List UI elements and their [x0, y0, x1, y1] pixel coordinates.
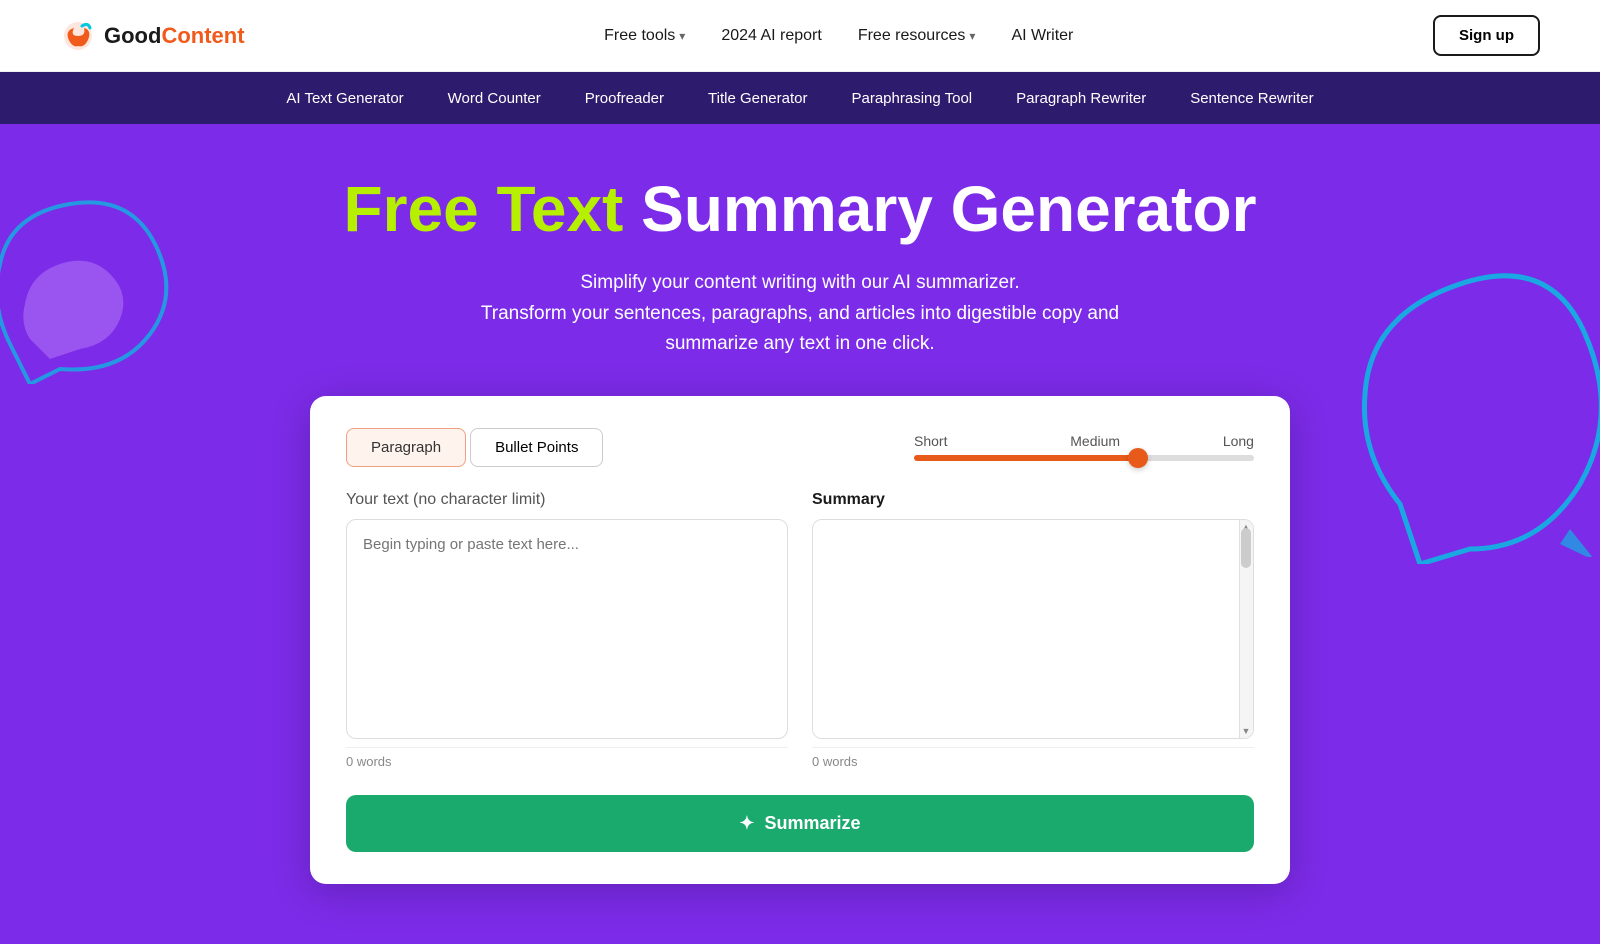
sub-navigation: AI Text Generator Word Counter Proofread… — [0, 72, 1600, 124]
card-top-row: Paragraph Bullet Points Short Medium Lon… — [346, 428, 1254, 467]
summary-box-wrapper: ▲ ▼ — [812, 519, 1254, 739]
nav-center: Free tools ▾ 2024 AI report Free resourc… — [604, 27, 1073, 45]
hero-title: Free Text Summary Generator — [344, 174, 1257, 244]
hero-title-highlight: Free Text — [344, 173, 624, 245]
tab-paragraph[interactable]: Paragraph — [346, 428, 466, 467]
slider-labels: Short Medium Long — [914, 433, 1254, 449]
subnav-ai-text-generator[interactable]: AI Text Generator — [264, 72, 425, 124]
logo-good-text: Good — [104, 23, 161, 48]
summary-word-count: 0 words — [812, 747, 1254, 775]
nav-ai-writer[interactable]: AI Writer — [1011, 27, 1073, 45]
hero-section: Free Text Summary Generator Simplify you… — [0, 124, 1600, 944]
hero-title-rest: Summary Generator — [623, 173, 1256, 245]
summary-label: Summary — [812, 491, 1254, 509]
subnav-paragraph-rewriter[interactable]: Paragraph Rewriter — [994, 72, 1168, 124]
slider-label-medium: Medium — [1070, 433, 1120, 449]
subnav-word-counter[interactable]: Word Counter — [426, 72, 563, 124]
textareas-row: Your text (no character limit) 0 words S… — [346, 491, 1254, 775]
top-navigation: GoodContent Free tools ▾ 2024 AI report … — [0, 0, 1600, 72]
chevron-down-icon: ▾ — [969, 29, 975, 43]
input-textarea[interactable] — [346, 519, 788, 739]
logo[interactable]: GoodContent — [60, 18, 245, 54]
input-label: Your text (no character limit) — [346, 491, 788, 509]
nav-free-tools[interactable]: Free tools ▾ — [604, 27, 685, 45]
tool-card: Paragraph Bullet Points Short Medium Lon… — [310, 396, 1290, 884]
sign-up-button[interactable]: Sign up — [1433, 15, 1540, 56]
input-column: Your text (no character limit) 0 words — [346, 491, 788, 775]
bubble-right-decoration — [1340, 264, 1600, 564]
logo-content-text: Content — [161, 23, 244, 48]
slider-track[interactable] — [914, 455, 1254, 461]
logo-icon — [60, 18, 96, 54]
tab-bullet-points[interactable]: Bullet Points — [470, 428, 603, 467]
bubble-left-decoration — [0, 184, 200, 384]
wand-icon: ✦ — [739, 813, 754, 834]
subnav-title-generator[interactable]: Title Generator — [686, 72, 830, 124]
scrollbar-down-arrow[interactable]: ▼ — [1241, 724, 1251, 738]
subnav-paraphrasing-tool[interactable]: Paraphrasing Tool — [830, 72, 995, 124]
scrollbar-thumb[interactable] — [1241, 528, 1251, 568]
tool-section: Paragraph Bullet Points Short Medium Lon… — [60, 360, 1540, 944]
slider-label-long: Long — [1223, 433, 1254, 449]
slider-label-short: Short — [914, 433, 947, 449]
nav-ai-report[interactable]: 2024 AI report — [721, 27, 822, 45]
chevron-down-icon: ▾ — [679, 29, 685, 43]
summarize-button[interactable]: ✦ Summarize — [346, 795, 1254, 852]
summary-column: Summary ▲ ▼ 0 words — [812, 491, 1254, 775]
subnav-sentence-rewriter[interactable]: Sentence Rewriter — [1168, 72, 1335, 124]
hero-subtitle: Simplify your content writing with our A… — [440, 268, 1160, 359]
subnav-proofreader[interactable]: Proofreader — [563, 72, 686, 124]
slider-section: Short Medium Long — [914, 433, 1254, 461]
scrollbar-track: ▲ ▼ — [1239, 520, 1253, 738]
tab-group: Paragraph Bullet Points — [346, 428, 603, 467]
summary-textarea[interactable] — [813, 520, 1253, 738]
input-word-count: 0 words — [346, 747, 788, 775]
nav-free-resources[interactable]: Free resources ▾ — [858, 27, 976, 45]
